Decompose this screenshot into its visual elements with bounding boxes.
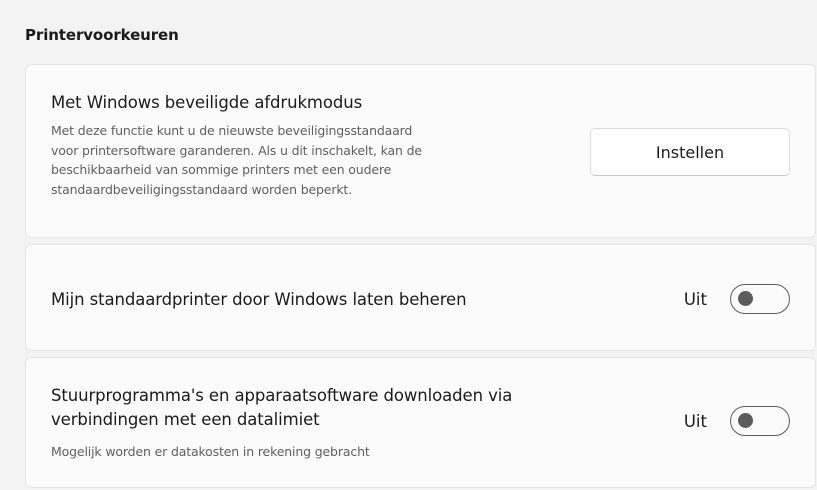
metered-download-card: Stuurprogramma's en apparaatsoftware dow…: [25, 357, 816, 488]
metered-download-description: Mogelijk worden er datakosten in rekenin…: [51, 444, 370, 459]
metered-download-toggle[interactable]: [730, 406, 790, 436]
default-printer-toggle-group: Uit: [684, 283, 790, 315]
metered-download-title-line: verbindingen met een datalimiet: [51, 410, 320, 429]
description-line: Met deze functie kunt u de nieuwste beve…: [51, 123, 413, 138]
toggle-state-label: Uit: [683, 289, 707, 309]
description-line: voor printersoftware garanderen. Als u d…: [51, 142, 422, 158]
default-printer-title: Mijn standaardprinter door Windows laten…: [51, 290, 467, 309]
default-printer-toggle[interactable]: [730, 284, 790, 314]
setup-button[interactable]: Instellen: [590, 128, 790, 176]
toggle-knob: [738, 413, 753, 428]
toggle-state-label: Uit: [683, 411, 707, 431]
metered-download-title-line: Stuurprogramma's en apparaatsoftware dow…: [51, 386, 513, 405]
default-printer-card: Mijn standaardprinter door Windows laten…: [25, 244, 816, 351]
secure-print-mode-title: Met Windows beveiligde afdrukmodus: [51, 93, 363, 112]
toggle-knob: [738, 291, 753, 306]
description-line: beschikbaarheid van sommige printers met…: [51, 162, 392, 177]
secure-print-mode-card: Met Windows beveiligde afdrukmodus Met d…: [25, 64, 816, 238]
metered-download-toggle-group: Uit: [684, 405, 790, 437]
section-title: Printervoorkeuren: [25, 26, 179, 44]
description-line: standaardbeveiligingsstandaard worden be…: [51, 181, 353, 197]
secure-print-mode-description: Met deze functie kunt u de nieuwste beve…: [51, 121, 571, 199]
